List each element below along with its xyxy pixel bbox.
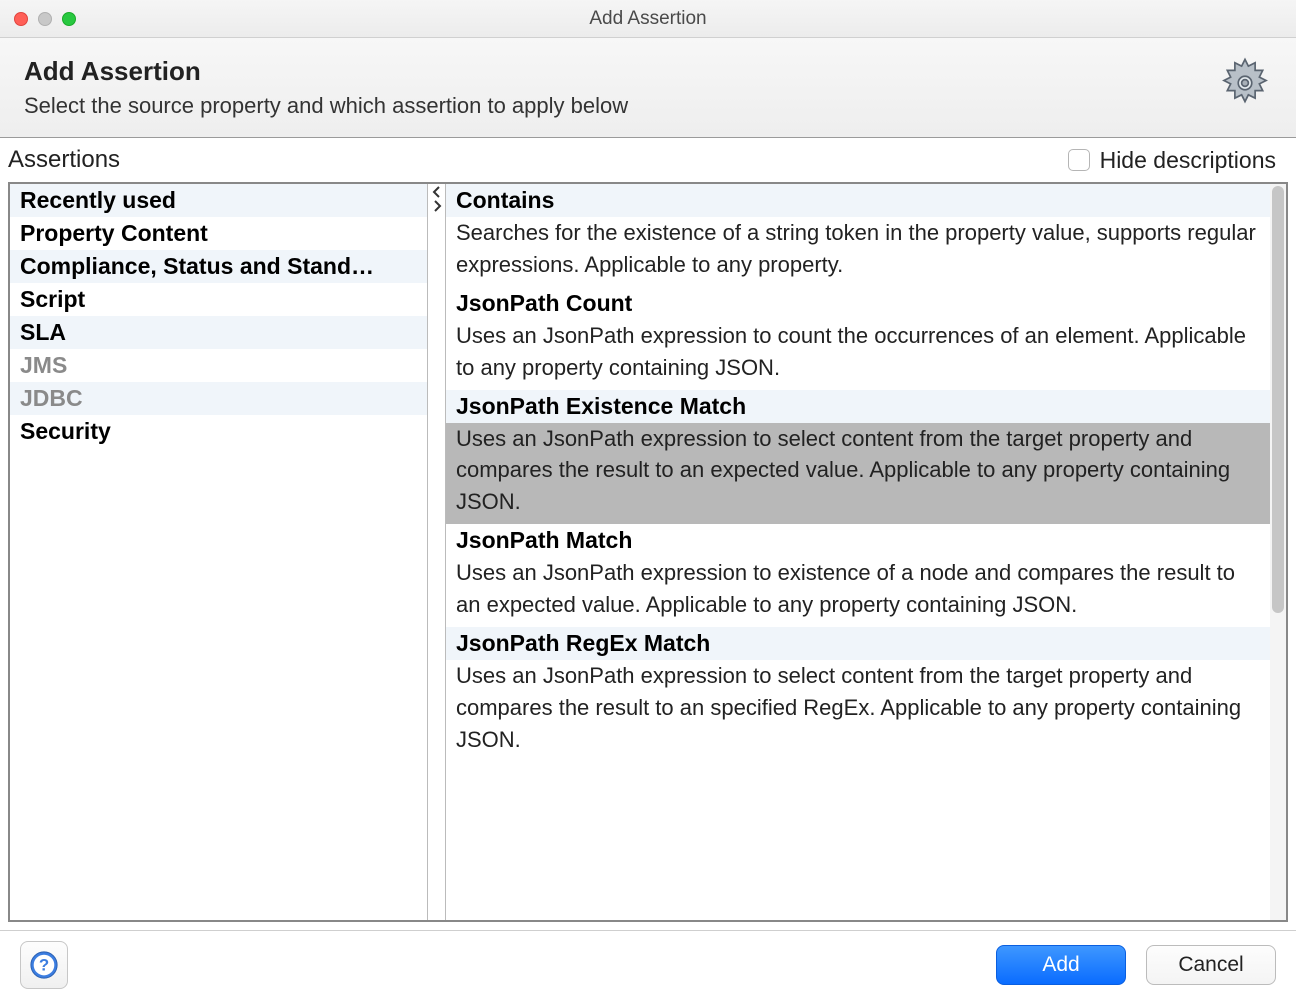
assertion-title: Contains xyxy=(446,184,1270,217)
svg-text:?: ? xyxy=(39,955,49,974)
dialog-title: Add Assertion xyxy=(24,56,628,87)
hide-descriptions-label: Hide descriptions xyxy=(1100,147,1276,174)
dialog-subtitle: Select the source property and which ass… xyxy=(24,93,628,119)
help-button[interactable]: ? xyxy=(20,941,68,989)
dialog-header: Add Assertion Select the source property… xyxy=(0,38,1296,138)
assertion-item[interactable]: JsonPath CountUses an JsonPath expressio… xyxy=(446,287,1270,390)
window-title: Add Assertion xyxy=(0,8,1296,30)
vertical-scrollbar[interactable] xyxy=(1270,184,1286,920)
assertion-item[interactable]: JsonPath MatchUses an JsonPath expressio… xyxy=(446,524,1270,627)
content-area: Recently usedProperty ContentCompliance,… xyxy=(8,182,1288,922)
dialog-footer: ? Add Cancel xyxy=(0,930,1296,998)
dialog-header-text: Add Assertion Select the source property… xyxy=(24,56,628,119)
assertion-description: Uses an JsonPath expression to select co… xyxy=(446,660,1270,762)
help-icon: ? xyxy=(29,950,59,980)
assertion-description: Uses an JsonPath expression to select co… xyxy=(446,423,1270,525)
assertion-title: JsonPath Match xyxy=(446,524,1270,557)
category-item[interactable]: JMS xyxy=(10,349,427,382)
assertion-list[interactable]: ContainsSearches for the existence of a … xyxy=(446,184,1270,920)
category-item[interactable]: Security xyxy=(10,415,427,448)
minimize-window-button[interactable] xyxy=(38,12,52,26)
category-item[interactable]: JDBC xyxy=(10,382,427,415)
assertion-title: JsonPath Existence Match xyxy=(446,390,1270,423)
splitter-handle[interactable] xyxy=(428,184,446,920)
assertion-title: JsonPath RegEx Match xyxy=(446,627,1270,660)
assertion-item[interactable]: ContainsSearches for the existence of a … xyxy=(446,184,1270,287)
gear-icon xyxy=(1218,56,1272,115)
category-item[interactable]: Recently used xyxy=(10,184,427,217)
chevron-left-icon xyxy=(431,186,443,198)
hide-descriptions-checkbox[interactable] xyxy=(1068,149,1090,171)
hide-descriptions-toggle[interactable]: Hide descriptions xyxy=(1068,147,1276,174)
assertion-description: Searches for the existence of a string t… xyxy=(446,217,1270,287)
assertion-description: Uses an JsonPath expression to existence… xyxy=(446,557,1270,627)
assertions-toolbar: Assertions Hide descriptions xyxy=(0,138,1296,182)
scrollbar-thumb[interactable] xyxy=(1272,186,1284,613)
add-button[interactable]: Add xyxy=(996,945,1126,985)
assertion-description: Uses an JsonPath expression to count the… xyxy=(446,320,1270,390)
window-controls xyxy=(0,12,76,26)
assertion-title: JsonPath Count xyxy=(446,287,1270,320)
category-item[interactable]: Script xyxy=(10,283,427,316)
category-item[interactable]: SLA xyxy=(10,316,427,349)
assertions-label: Assertions xyxy=(8,146,120,174)
category-item[interactable]: Compliance, Status and Stand… xyxy=(10,250,427,283)
close-window-button[interactable] xyxy=(14,12,28,26)
category-list[interactable]: Recently usedProperty ContentCompliance,… xyxy=(10,184,428,920)
assertion-pane: ContainsSearches for the existence of a … xyxy=(446,184,1286,920)
maximize-window-button[interactable] xyxy=(62,12,76,26)
assertion-item[interactable]: JsonPath RegEx MatchUses an JsonPath exp… xyxy=(446,627,1270,762)
titlebar: Add Assertion xyxy=(0,0,1296,38)
chevron-right-icon xyxy=(431,200,443,212)
assertion-item[interactable]: JsonPath Existence MatchUses an JsonPath… xyxy=(446,390,1270,525)
category-item[interactable]: Property Content xyxy=(10,217,427,250)
cancel-button[interactable]: Cancel xyxy=(1146,945,1276,985)
